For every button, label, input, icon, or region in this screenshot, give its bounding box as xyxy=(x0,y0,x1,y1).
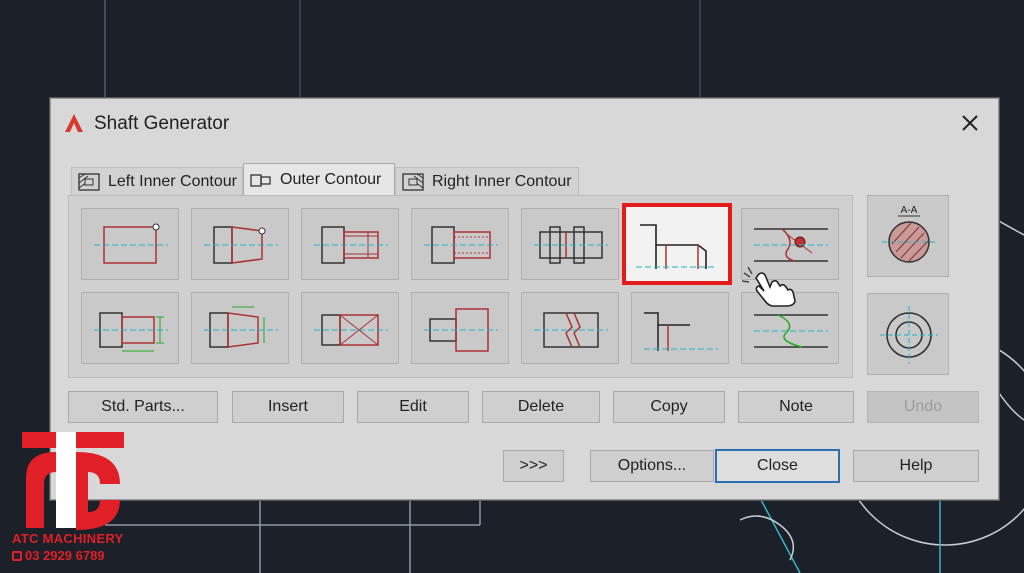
undo-button[interactable]: Undo xyxy=(867,391,979,423)
section-label: A-A xyxy=(901,205,918,216)
thread-icon xyxy=(314,226,388,264)
window-title: Shaft Generator xyxy=(94,113,230,134)
hatched-section-icon: A-A xyxy=(882,205,936,263)
atc-logo xyxy=(22,432,124,530)
delete-button[interactable]: Delete xyxy=(482,391,600,423)
thread-section-tile[interactable] xyxy=(301,208,399,280)
fillet-contour-icon xyxy=(644,312,718,351)
cone-dimensioned-section-tile[interactable] xyxy=(191,292,289,364)
company-phone: 03 2929 6789 xyxy=(12,548,105,563)
broken-shaft-icon xyxy=(534,312,608,348)
outer-contour-icon xyxy=(250,173,271,187)
step-icon xyxy=(424,308,498,352)
cone-dimensioned-icon xyxy=(204,306,278,348)
std-parts-button[interactable]: Std. Parts... xyxy=(68,391,218,423)
title-bar: Shaft Generator xyxy=(51,99,998,149)
groove-icon xyxy=(534,226,608,264)
shoulder-contour-section-tile[interactable] xyxy=(622,203,732,285)
tab-outer-contour[interactable]: Outer Contour xyxy=(243,163,395,195)
phone-number: 03 2929 6789 xyxy=(25,548,105,563)
section-view-tile[interactable]: A-A xyxy=(867,195,949,277)
shoulder-contour-icon xyxy=(636,224,716,269)
circle-view-tile[interactable] xyxy=(867,293,949,375)
cross-section-tile[interactable] xyxy=(301,292,399,364)
broken-shaft-section-tile[interactable] xyxy=(521,292,619,364)
left-inner-contour-icon xyxy=(78,172,100,191)
close-button[interactable]: Close xyxy=(715,449,840,483)
tab-label: Outer Contour xyxy=(280,170,382,188)
expand-button[interactable]: >>> xyxy=(503,450,564,482)
concentric-circle-icon xyxy=(880,306,938,364)
tab-right-inner-contour[interactable]: Right Inner Contour xyxy=(395,167,579,195)
cylinder-dimensioned-icon xyxy=(94,312,168,352)
company-name: ATC MACHINERY xyxy=(12,531,124,546)
right-inner-contour-icon xyxy=(402,172,424,191)
autocad-a-icon xyxy=(65,114,83,132)
groove-section-tile[interactable] xyxy=(521,208,619,280)
edit-button[interactable]: Edit xyxy=(357,391,469,423)
cylinder-section-tile[interactable] xyxy=(81,208,179,280)
shaft-generator-dialog: Shaft Generator Left Inner Contour Outer… xyxy=(50,98,999,500)
cylinder-dimensioned-section-tile[interactable] xyxy=(81,292,179,364)
copy-button[interactable]: Copy xyxy=(613,391,725,423)
cross-section-icon xyxy=(314,314,388,346)
cone-section-tile[interactable] xyxy=(191,208,289,280)
spline-icon xyxy=(424,226,498,264)
note-button[interactable]: Note xyxy=(738,391,854,423)
cone-icon xyxy=(204,226,278,264)
section-tiles-panel xyxy=(68,195,853,378)
insert-button[interactable]: Insert xyxy=(232,391,344,423)
step-section-tile[interactable] xyxy=(411,292,509,364)
cylinder-icon xyxy=(94,223,168,264)
phone-icon xyxy=(12,551,22,561)
tab-label: Left Inner Contour xyxy=(108,172,237,190)
options-button[interactable]: Options... xyxy=(590,450,714,482)
hand-pointer-icon xyxy=(741,266,796,307)
close-icon[interactable] xyxy=(956,109,984,137)
tab-label: Right Inner Contour xyxy=(432,172,572,190)
help-button[interactable]: Help xyxy=(853,450,979,482)
fillet-contour-section-tile[interactable] xyxy=(631,292,729,364)
tab-left-inner-contour[interactable]: Left Inner Contour xyxy=(71,167,243,195)
spline-section-tile[interactable] xyxy=(411,208,509,280)
